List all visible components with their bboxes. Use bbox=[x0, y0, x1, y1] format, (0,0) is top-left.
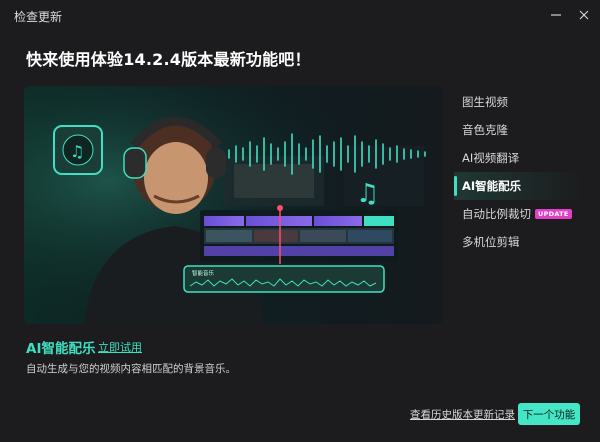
window-title: 检查更新 bbox=[14, 10, 63, 24]
feature-item-image-to-video[interactable]: 图生视频 bbox=[454, 88, 582, 116]
feature-label: 自动比例裁切 bbox=[462, 207, 531, 221]
close-button[interactable] bbox=[574, 5, 594, 25]
next-feature-button[interactable]: 下一个功能 bbox=[518, 403, 580, 425]
feature-label: 图生视频 bbox=[462, 95, 508, 109]
feature-item-auto-reframe[interactable]: 自动比例裁切 UPDATE bbox=[454, 200, 582, 228]
svg-text:♫: ♫ bbox=[70, 142, 84, 161]
close-icon bbox=[579, 10, 589, 20]
feature-label: AI智能配乐 bbox=[462, 179, 522, 193]
feature-list: 图生视频 音色克隆 AI视频翻译 AI智能配乐 自动比例裁切 UPDATE 多机… bbox=[454, 88, 582, 256]
music-note-icon: ♫ bbox=[356, 179, 379, 209]
minimize-icon bbox=[551, 14, 561, 16]
feature-item-multicam[interactable]: 多机位剪辑 bbox=[454, 228, 582, 256]
feature-item-ai-music[interactable]: AI智能配乐 bbox=[454, 172, 582, 200]
current-feature-title: AI智能配乐 bbox=[26, 341, 96, 357]
feature-label: AI视频翻译 bbox=[462, 151, 520, 165]
update-headline: 快来使用体验14.2.4版本最新功能吧！ bbox=[26, 50, 311, 69]
feature-label: 多机位剪辑 bbox=[462, 235, 520, 249]
version-history-link[interactable]: 查看历史版本更新记录 bbox=[410, 407, 515, 422]
preview-illustration: ♫ ♫ 智能音乐 bbox=[24, 86, 443, 324]
try-now-link[interactable]: 立即试用 bbox=[98, 339, 142, 355]
feature-item-ai-video-translate[interactable]: AI视频翻译 bbox=[454, 144, 582, 172]
audio-clip-label: 智能音乐 bbox=[192, 269, 215, 277]
feature-label: 音色克隆 bbox=[462, 123, 508, 137]
feature-item-voice-clone[interactable]: 音色克隆 bbox=[454, 116, 582, 144]
title-bar: 检查更新 bbox=[0, 0, 600, 30]
current-feature-description: 自动生成与您的视频内容相匹配的背景音乐。 bbox=[26, 363, 236, 375]
minimize-button[interactable] bbox=[546, 5, 566, 25]
update-badge: UPDATE bbox=[535, 209, 572, 219]
feature-preview-image: ♫ ♫ 智能音乐 bbox=[24, 86, 443, 324]
